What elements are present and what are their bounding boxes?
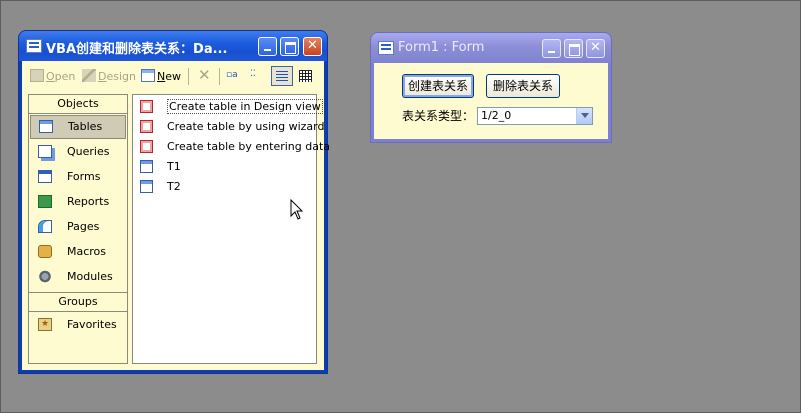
database-window-titlebar[interactable]: VBA创建和删除表关系：Da... [19,31,327,61]
relation-type-label: 表关系类型： [402,109,475,123]
details-view-icon [299,70,312,82]
new-table-icon [141,69,155,82]
delete-relation-button[interactable]: 删除表关系 [486,74,560,98]
nav-item-label: Favorites [67,318,117,331]
create-relation-button[interactable]: 创建表关系 [402,74,474,98]
small-icons-button[interactable]: ⁚⁚ [250,69,266,85]
groups-header[interactable]: Groups [29,292,127,312]
nav-item-favorites[interactable]: ★ Favorites [29,312,127,337]
macros-icon [38,245,52,258]
toolbar-separator [188,68,189,85]
favorites-icon: ★ [38,318,52,331]
delete-icon: ✕ [198,66,211,84]
list-item[interactable]: T1 [133,157,316,177]
chevron-down-icon[interactable] [576,108,592,124]
objects-header[interactable]: Objects [29,95,127,114]
wizard-icon [140,140,153,153]
list-item[interactable]: T2 [133,177,316,197]
minimize-button[interactable] [258,37,277,56]
list-view-icon [276,71,288,81]
forms-icon [38,170,52,183]
list-item-label: T2 [167,180,181,193]
list-view-button[interactable] [271,66,293,86]
table-icon [140,180,153,193]
nav-item-label: Pages [67,220,100,233]
list-item-label: Create table in Design view [167,99,323,114]
queries-icon [38,145,52,158]
nav-item-label: Modules [67,270,113,283]
nav-item-reports[interactable]: Reports [29,189,127,214]
form-window-body: 创建表关系 删除表关系 表关系类型： 1/2_0 [374,63,608,139]
nav-item-modules[interactable]: Modules [29,264,127,289]
nav-item-label: Queries [67,145,110,158]
close-button[interactable] [303,37,322,56]
relation-type-select[interactable]: 1/2_0 [477,107,593,125]
design-icon [82,69,96,82]
pages-icon [38,220,52,233]
open-button[interactable]: Open [30,69,75,85]
toolbar-separator [219,68,220,85]
nav-item-pages[interactable]: Pages [29,214,127,239]
delete-button[interactable]: ✕ [198,66,211,84]
nav-item-label: Tables [68,120,103,133]
list-item-label: Create table by using wizard [167,120,325,133]
nav-item-label: Forms [67,170,101,183]
list-item[interactable]: Create table by using wizard [133,117,324,137]
database-window: VBA创建和删除表关系：Da... Open Design New ✕ ▫a [19,31,330,373]
tables-icon [39,120,53,133]
nav-item-forms[interactable]: Forms [29,164,127,189]
object-list: Create table in Design view Create table… [132,94,330,364]
list-item[interactable]: Create table in Design view [133,97,323,117]
wizard-icon [140,100,153,113]
database-toolbar: Open Design New ✕ ▫a ⁚⁚ [28,65,318,89]
modules-icon [38,270,52,283]
minimize-button[interactable] [542,39,561,58]
maximize-button[interactable] [564,39,583,58]
table-icon [140,160,153,173]
large-icons-button[interactable]: ▫a [226,70,242,86]
objects-bar: Objects Tables Queries Forms Reports Pag… [28,94,128,364]
mouse-cursor-icon [290,199,304,220]
relation-type-value: 1/2_0 [481,109,512,122]
form-window: Form1 : Form 创建表关系 删除表关系 表关系类型： 1/2_0 [371,33,611,142]
list-item-label: T1 [167,160,181,173]
database-icon [26,39,42,53]
database-window-title: VBA创建和删除表关系：Da... [46,42,228,57]
large-icons-icon: ▫a [226,70,238,80]
list-item-label: Create table by entering data [167,140,331,153]
form-icon [378,41,394,55]
nav-item-tables[interactable]: Tables [30,115,126,139]
details-view-button[interactable] [298,69,314,85]
database-window-body: Open Design New ✕ ▫a ⁚⁚ Objects Tables Q… [22,61,330,370]
wizard-icon [140,120,153,133]
maximize-button[interactable] [280,37,299,56]
small-icons-icon: ⁚⁚ [250,69,256,79]
nav-item-queries[interactable]: Queries [29,139,127,164]
close-button[interactable] [586,39,605,58]
reports-icon [38,195,52,208]
design-button[interactable]: Design [82,69,136,85]
list-item[interactable]: Create table by entering data [133,137,330,157]
nav-item-label: Macros [67,245,107,258]
nav-item-macros[interactable]: Macros [29,239,127,264]
new-button[interactable]: New [141,69,181,85]
form-window-titlebar[interactable]: Form1 : Form [371,33,611,63]
form-window-title: Form1 : Form [398,40,485,55]
open-icon [30,69,44,82]
nav-item-label: Reports [67,195,110,208]
